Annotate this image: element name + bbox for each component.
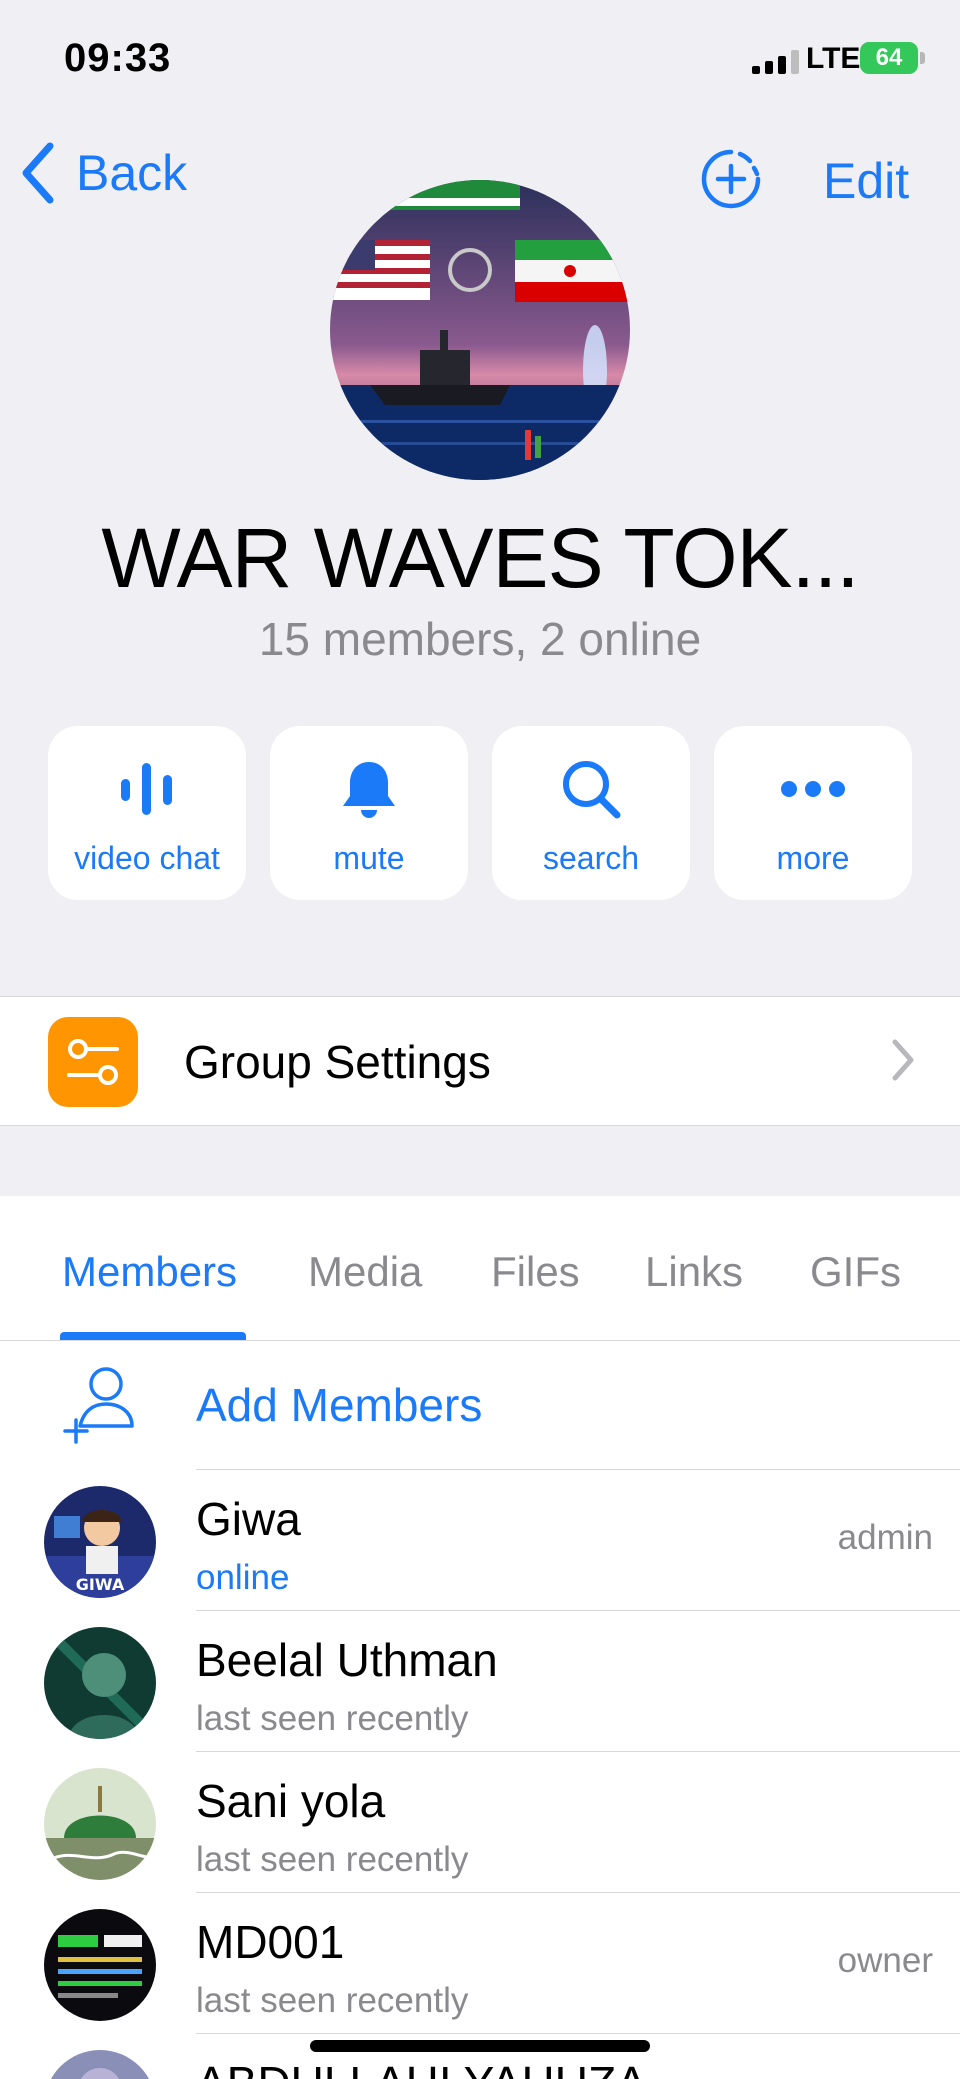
- signal-icon: [752, 50, 799, 74]
- mute-button[interactable]: mute: [270, 726, 468, 900]
- sliders-icon: [48, 1017, 138, 1107]
- tab-media[interactable]: Media: [308, 1248, 422, 1296]
- group-subtitle: 15 members, 2 online: [258, 613, 702, 665]
- tab-bar: Members Media Files Links GIFs: [0, 1196, 960, 1341]
- member-name: Giwa: [196, 1493, 301, 1545]
- network-label: LTE: [806, 42, 861, 75]
- more-icon: [781, 781, 845, 797]
- member-row[interactable]: Beelal Uthman last seen recently: [0, 1611, 960, 1752]
- tab-gifs[interactable]: GIFs: [810, 1248, 901, 1296]
- tab-files[interactable]: Files: [491, 1248, 580, 1296]
- member-row[interactable]: MD001 last seen recently owner: [0, 1893, 960, 2034]
- video-chat-label: video chat: [74, 840, 220, 876]
- group-settings-label: Group Settings: [184, 1036, 491, 1088]
- group-avatar[interactable]: [330, 180, 630, 480]
- back-button[interactable]: Back: [20, 142, 187, 204]
- video-chat-button[interactable]: video chat: [48, 726, 246, 900]
- search-button[interactable]: search: [492, 726, 690, 900]
- group-settings-row[interactable]: Group Settings: [0, 996, 960, 1126]
- status-time: 09:33: [64, 36, 172, 80]
- edit-button[interactable]: Edit: [823, 152, 909, 210]
- member-status: online: [196, 1558, 290, 1597]
- svg-text:GIWA: GIWA: [76, 1575, 125, 1594]
- avatar: [44, 2050, 156, 2079]
- chevron-right-icon: [892, 1039, 914, 1081]
- battery-tip: [920, 52, 925, 64]
- status-bar: 09:33 LTE 64: [0, 0, 960, 110]
- member-status: last seen recently: [196, 1699, 469, 1738]
- add-members-label: Add Members: [196, 1379, 483, 1431]
- video-chat-icon: [121, 763, 172, 815]
- more-button[interactable]: more: [714, 726, 912, 900]
- add-story-button[interactable]: [700, 148, 762, 215]
- avatar: GIWA: [44, 1486, 156, 1598]
- home-indicator: [310, 2040, 650, 2052]
- mute-label: mute: [333, 840, 405, 876]
- member-role-badge: admin: [837, 1518, 933, 1557]
- member-row[interactable]: GIWA Giwa online admin: [0, 1470, 960, 1611]
- action-buttons: video chat mute search more: [48, 726, 912, 900]
- battery-icon: 64: [860, 42, 918, 74]
- chevron-left-icon: [22, 142, 54, 204]
- more-label: more: [776, 840, 850, 876]
- avatar: [44, 1768, 156, 1880]
- tab-links[interactable]: Links: [645, 1248, 743, 1296]
- group-avatar-image: [330, 180, 630, 480]
- add-user-icon: [63, 1367, 134, 1444]
- bell-icon: [343, 762, 395, 818]
- members-panel: Members Media Files Links GIFs Add Membe…: [0, 1196, 960, 2079]
- member-role-badge: owner: [837, 1941, 933, 1980]
- search-label: search: [542, 840, 640, 876]
- add-members-button[interactable]: Add Members: [0, 1342, 960, 1470]
- add-story-icon: [701, 149, 761, 209]
- member-name: Sani yola: [196, 1775, 386, 1827]
- group-title: WAR WAVES TOK...: [101, 511, 859, 605]
- tab-members[interactable]: Members: [62, 1248, 237, 1296]
- avatar: [44, 1909, 156, 2021]
- back-label: Back: [76, 145, 188, 201]
- search-icon: [563, 761, 621, 819]
- avatar: [44, 1627, 156, 1739]
- member-status: last seen recently: [196, 1981, 469, 2020]
- member-name: Beelal Uthman: [196, 1634, 498, 1686]
- active-tab-indicator: [60, 1332, 246, 1340]
- member-status: last seen recently: [196, 1840, 469, 1879]
- member-row[interactable]: Sani yola last seen recently: [0, 1752, 960, 1893]
- member-name: ABDULLAHI YAHUZA: [196, 2056, 647, 2079]
- member-name: MD001: [196, 1916, 345, 1968]
